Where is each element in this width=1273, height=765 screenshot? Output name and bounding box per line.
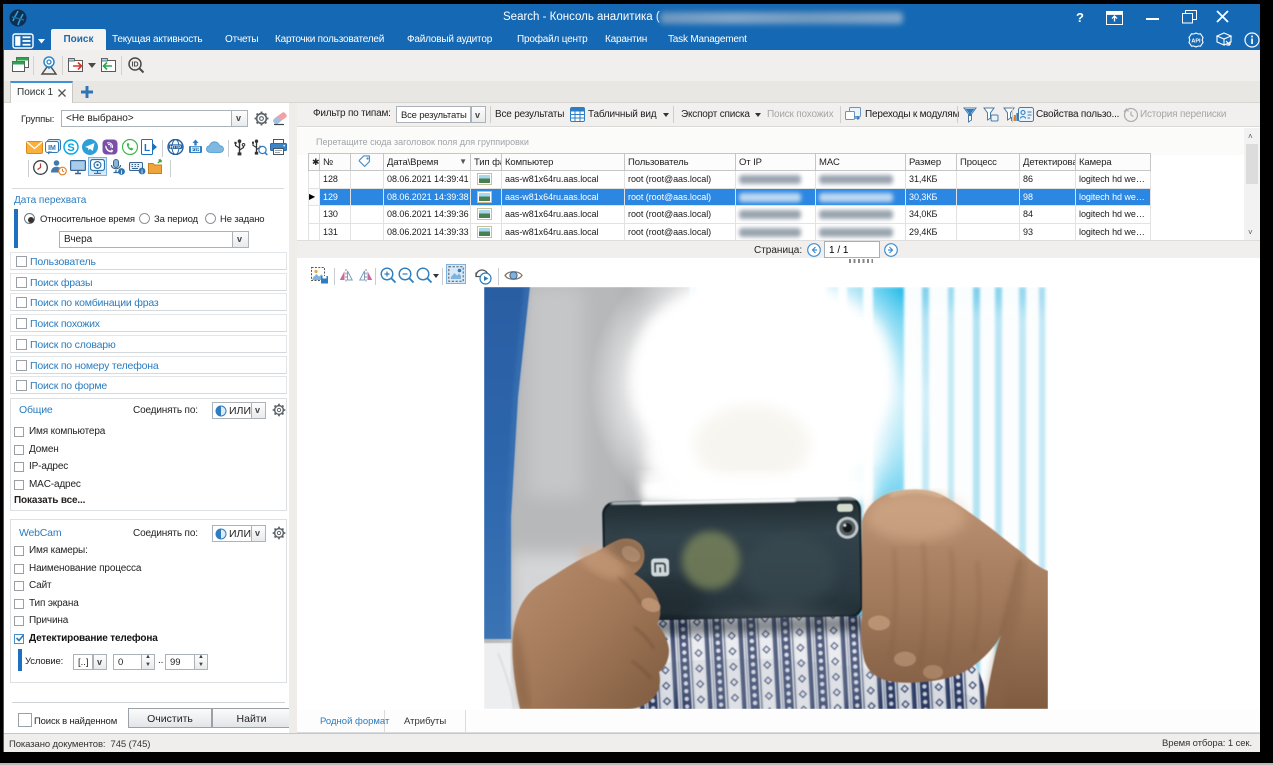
svg-text:L: L (144, 143, 150, 154)
svg-text:HTTP: HTTP (170, 144, 182, 149)
svg-text:FTP: FTP (192, 147, 200, 152)
svg-text:IM: IM (48, 145, 56, 152)
svg-text:S: S (67, 142, 74, 154)
svg-text:ID: ID (132, 62, 139, 69)
svg-text:API: API (1191, 39, 1201, 45)
